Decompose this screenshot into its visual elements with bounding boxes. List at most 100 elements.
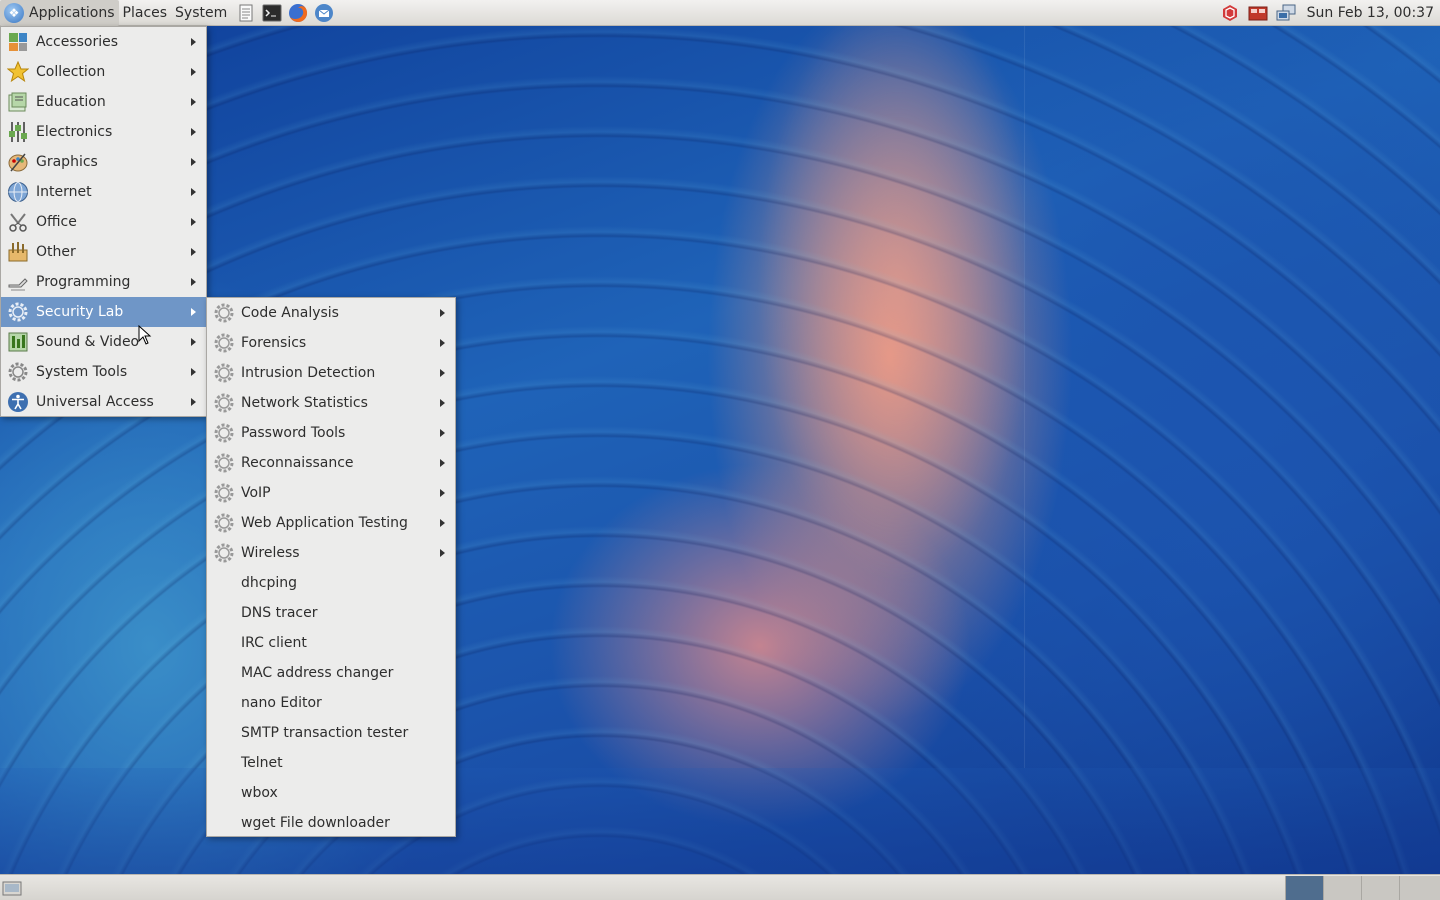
submenu-item-intrusion-detection[interactable]: Intrusion Detection xyxy=(207,358,455,388)
menu-item-programming[interactable]: Programming xyxy=(1,267,206,297)
submenu-item-forensics[interactable]: Forensics xyxy=(207,328,455,358)
submenu-arrow-icon xyxy=(440,429,445,437)
disk-monitor-tray[interactable] xyxy=(1247,2,1269,24)
app-item-label: wbox xyxy=(241,785,278,801)
menu-item-label: Electronics xyxy=(36,124,113,140)
app-item-irc-client[interactable]: IRC client xyxy=(207,628,455,658)
menu-item-education[interactable]: Education xyxy=(1,87,206,117)
submenu-item-label: Web Application Testing xyxy=(241,515,408,531)
gear-icon xyxy=(214,423,234,443)
submenu-arrow-icon xyxy=(191,248,196,256)
workspace-1[interactable] xyxy=(1285,876,1323,900)
places-menu[interactable]: Places xyxy=(119,0,172,26)
workspace-3[interactable] xyxy=(1361,876,1399,900)
menu-item-security-lab[interactable]: Security Lab xyxy=(1,297,206,327)
app-item-dhcping[interactable]: dhcping xyxy=(207,568,455,598)
menu-item-other[interactable]: Other xyxy=(1,237,206,267)
firefox-launcher[interactable] xyxy=(287,2,309,24)
applications-logo-icon: ❖ xyxy=(4,2,24,23)
menu-item-graphics[interactable]: Graphics xyxy=(1,147,206,177)
app-item-telnet[interactable]: Telnet xyxy=(207,748,455,778)
workspace-4[interactable] xyxy=(1399,876,1440,900)
submenu-item-wireless[interactable]: Wireless xyxy=(207,538,455,568)
submenu-item-reconnaissance[interactable]: Reconnaissance xyxy=(207,448,455,478)
submenu-item-label: Code Analysis xyxy=(241,305,339,321)
thunderbird-launcher[interactable] xyxy=(313,2,335,24)
firefox-icon xyxy=(289,3,308,22)
app-item-label: IRC client xyxy=(241,635,307,651)
panel-clock[interactable]: Sun Feb 13, 00:37 xyxy=(1307,5,1434,21)
electronics-icon xyxy=(9,122,27,142)
top-panel: ❖ Applications Places System Sun Feb 13,… xyxy=(0,0,1440,26)
menu-item-label: Sound & Video xyxy=(36,334,140,350)
submenu-arrow-icon xyxy=(440,369,445,377)
graphics-icon xyxy=(8,153,28,172)
submenu-item-label: Wireless xyxy=(241,545,300,561)
submenu-arrow-icon xyxy=(191,218,196,226)
submenu-item-password-tools[interactable]: Password Tools xyxy=(207,418,455,448)
applications-menu[interactable]: ❖ Applications xyxy=(0,0,119,26)
menu-item-sound-video[interactable]: Sound & Video xyxy=(1,327,206,357)
app-item-label: Telnet xyxy=(241,755,283,771)
menu-item-internet[interactable]: Internet xyxy=(1,177,206,207)
education-icon xyxy=(8,92,27,112)
menu-item-label: Collection xyxy=(36,64,106,80)
accessibility-icon xyxy=(8,392,28,412)
submenu-item-label: Reconnaissance xyxy=(241,455,354,471)
app-item-wbox[interactable]: wbox xyxy=(207,778,455,808)
thunderbird-icon xyxy=(315,3,334,22)
menu-item-label: System Tools xyxy=(36,364,128,380)
submenu-item-code-analysis[interactable]: Code Analysis xyxy=(207,298,455,328)
show-desktop-icon[interactable] xyxy=(2,879,22,897)
submenu-arrow-icon xyxy=(191,68,196,76)
submenu-arrow-icon xyxy=(440,519,445,527)
menu-item-label: Internet xyxy=(36,184,92,200)
workspace-2[interactable] xyxy=(1323,876,1361,900)
disk-icon xyxy=(1248,6,1268,20)
submenu-item-voip[interactable]: VoIP xyxy=(207,478,455,508)
gear-icon xyxy=(214,453,234,473)
app-item-mac-address-changer[interactable]: MAC address changer xyxy=(207,658,455,688)
menu-item-system-tools[interactable]: System Tools xyxy=(1,357,206,387)
submenu-item-label: Network Statistics xyxy=(241,395,368,411)
gear-icon xyxy=(214,543,234,563)
gear-icon xyxy=(214,513,234,533)
submenu-item-network-statistics[interactable]: Network Statistics xyxy=(207,388,455,418)
update-notifier-tray[interactable] xyxy=(1219,2,1241,24)
submenu-arrow-icon xyxy=(440,549,445,557)
security-lab-submenu: Code Analysis Forensics Intrusion Detect… xyxy=(206,297,456,837)
gear-icon xyxy=(214,393,234,413)
network-tray[interactable] xyxy=(1275,2,1297,24)
text-editor-launcher[interactable] xyxy=(235,2,257,24)
submenu-item-label: VoIP xyxy=(241,485,271,501)
bottom-panel xyxy=(0,874,1440,900)
submenu-arrow-icon xyxy=(440,339,445,347)
menu-item-label: Education xyxy=(36,94,106,110)
submenu-item-label: Forensics xyxy=(241,335,307,351)
submenu-item-web-application-testing[interactable]: Web Application Testing xyxy=(207,508,455,538)
app-item-smtp-transaction-tester[interactable]: SMTP transaction tester xyxy=(207,718,455,748)
menu-item-universal-access[interactable]: Universal Access xyxy=(1,387,206,417)
submenu-arrow-icon xyxy=(191,158,196,166)
globe-icon xyxy=(8,182,28,202)
system-menu[interactable]: System xyxy=(171,0,231,26)
submenu-arrow-icon xyxy=(440,399,445,407)
menu-item-office[interactable]: Office xyxy=(1,207,206,237)
office-icon xyxy=(9,213,27,232)
gear-icon xyxy=(8,302,28,322)
terminal-icon xyxy=(262,4,282,21)
programming-icon xyxy=(8,278,28,291)
menu-item-electronics[interactable]: Electronics xyxy=(1,117,206,147)
text-editor-icon xyxy=(239,4,253,21)
app-item-wget-file-downloader[interactable]: wget File downloader xyxy=(207,808,455,838)
app-item-label: DNS tracer xyxy=(241,605,318,621)
app-item-nano-editor[interactable]: nano Editor xyxy=(207,688,455,718)
menu-item-collection[interactable]: Collection xyxy=(1,57,206,87)
menu-item-accessories[interactable]: Accessories xyxy=(1,27,206,57)
network-icon xyxy=(1276,4,1296,20)
submenu-arrow-icon xyxy=(191,98,196,106)
submenu-arrow-icon xyxy=(440,459,445,467)
app-item-dns-tracer[interactable]: DNS tracer xyxy=(207,598,455,628)
terminal-launcher[interactable] xyxy=(261,2,283,24)
star-icon xyxy=(7,61,29,83)
